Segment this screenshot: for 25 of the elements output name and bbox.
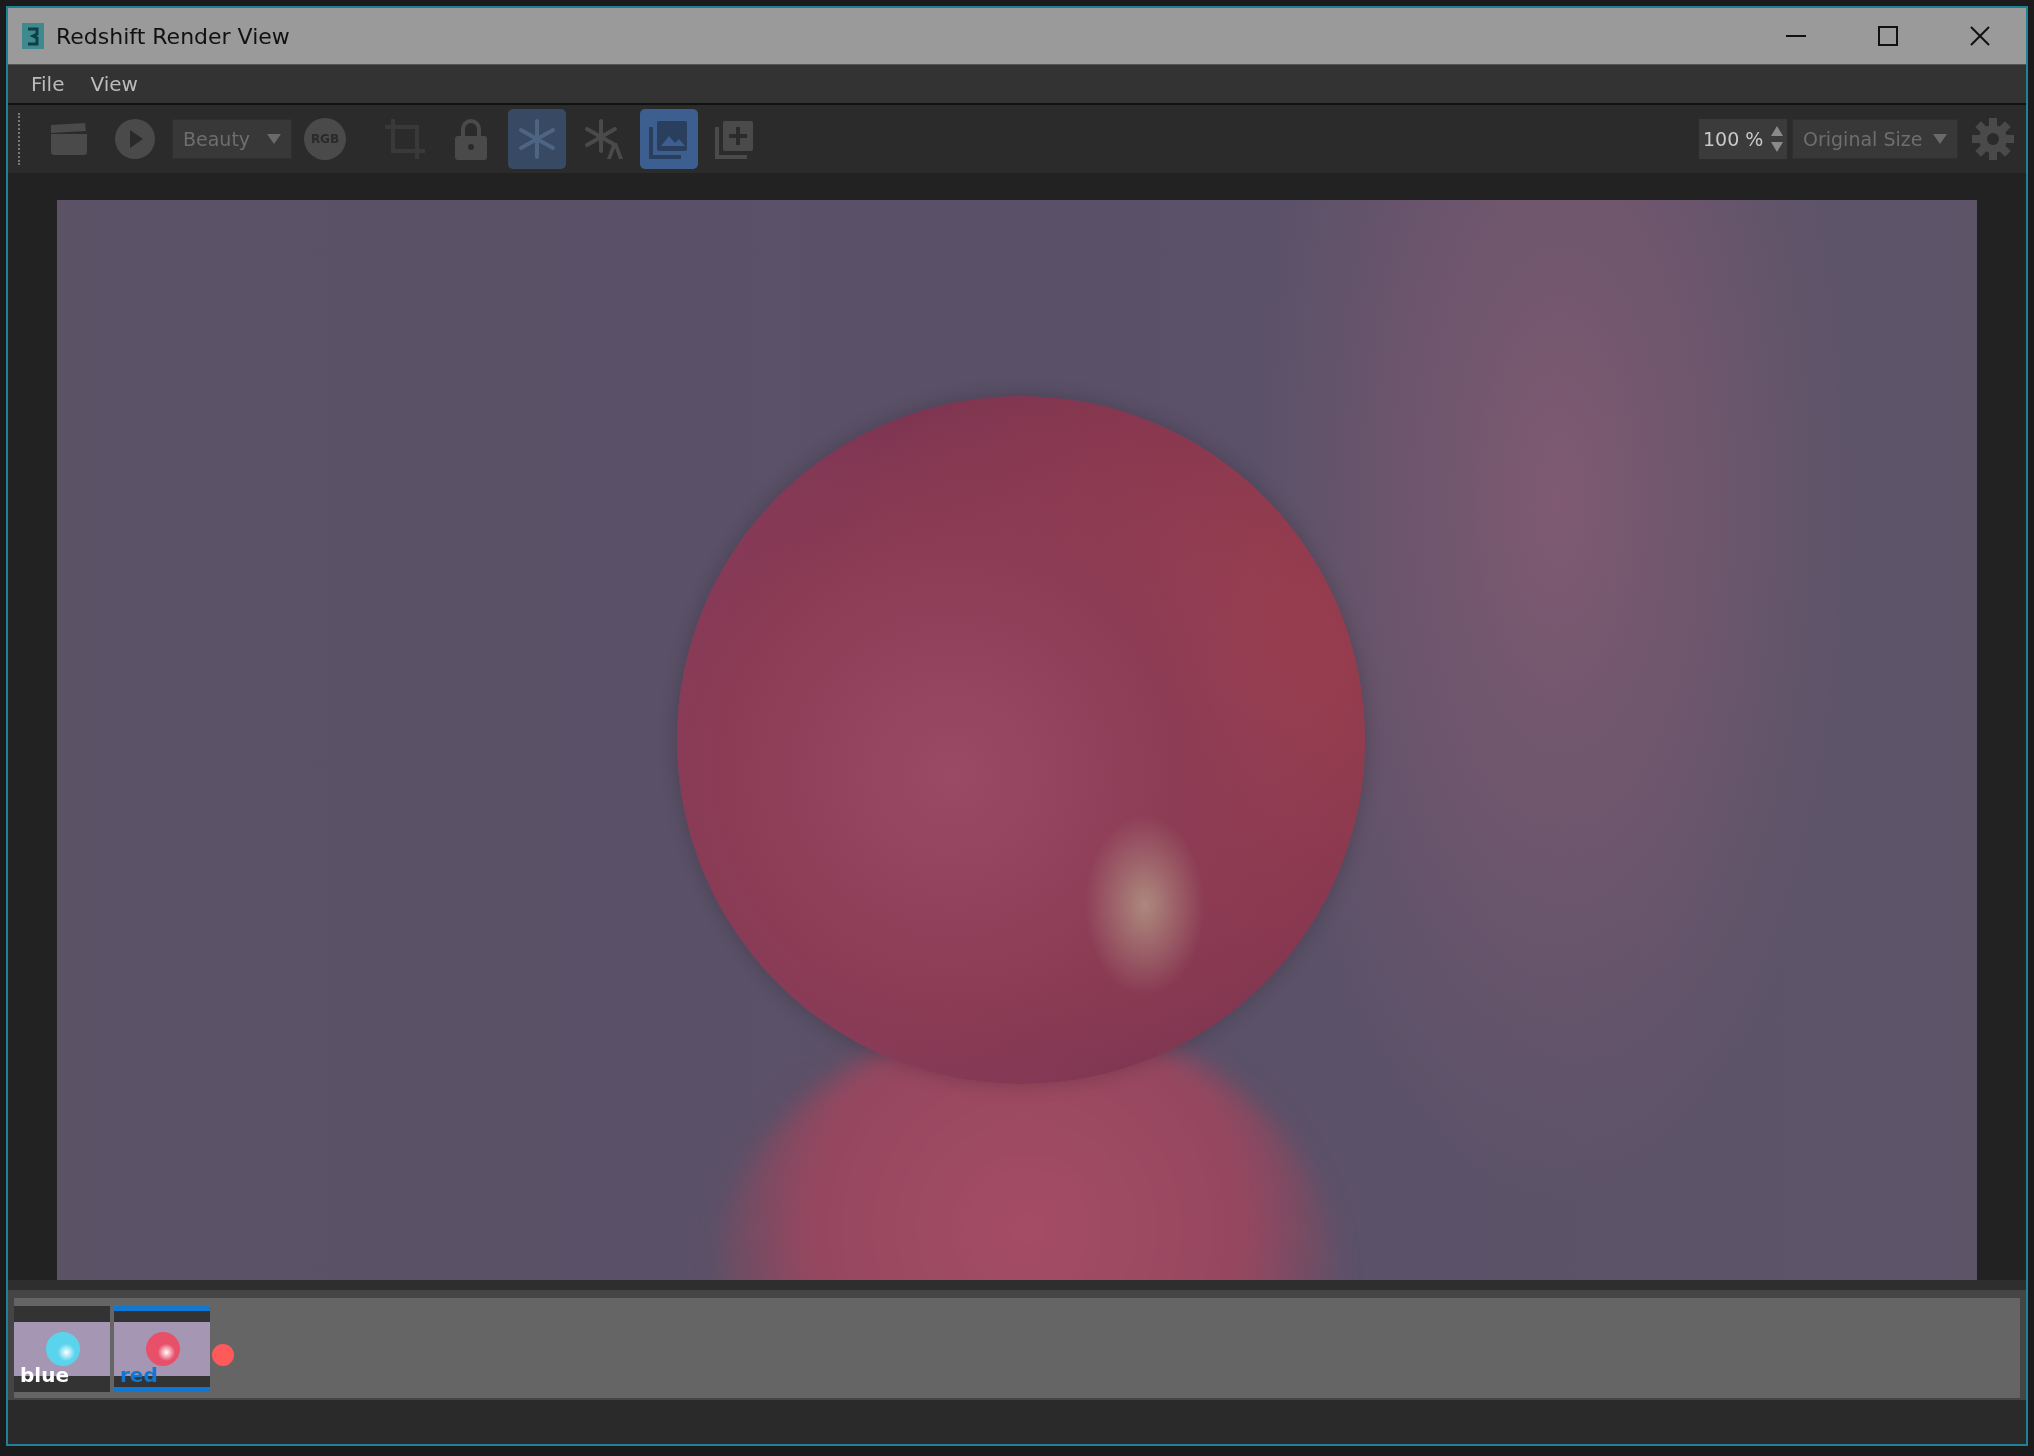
maximize-icon <box>1878 26 1898 46</box>
minimize-icon <box>1786 35 1806 37</box>
lock-icon <box>455 118 487 160</box>
zoom-field[interactable]: 100 % <box>1699 119 1787 159</box>
close-icon <box>1970 26 1990 46</box>
window-title: Redshift Render View <box>56 23 291 49</box>
play-icon <box>115 119 155 159</box>
snowflake-letter-icon <box>583 119 623 159</box>
snowflake-icon <box>517 119 557 159</box>
caret-icon <box>1933 134 1947 144</box>
snowflake-button[interactable] <box>508 109 566 169</box>
snapshot-thumbnail[interactable]: blue <box>14 1306 110 1392</box>
sphere-drawing <box>146 1332 180 1366</box>
sphere-drawing <box>46 1332 80 1366</box>
menu-item[interactable]: View <box>77 72 151 96</box>
menu-item[interactable]: File <box>18 72 78 96</box>
app-icon <box>22 23 44 49</box>
add-layer-icon <box>715 119 755 159</box>
settings-icon[interactable] <box>1972 118 2014 160</box>
clapper-icon <box>49 122 89 156</box>
image-stack-button[interactable] <box>640 109 698 169</box>
caret-icon <box>267 134 281 144</box>
spinner-icon <box>1771 126 1783 152</box>
snapshot-thumbnail[interactable]: red <box>114 1306 210 1392</box>
image-stack-icon <box>649 119 689 159</box>
